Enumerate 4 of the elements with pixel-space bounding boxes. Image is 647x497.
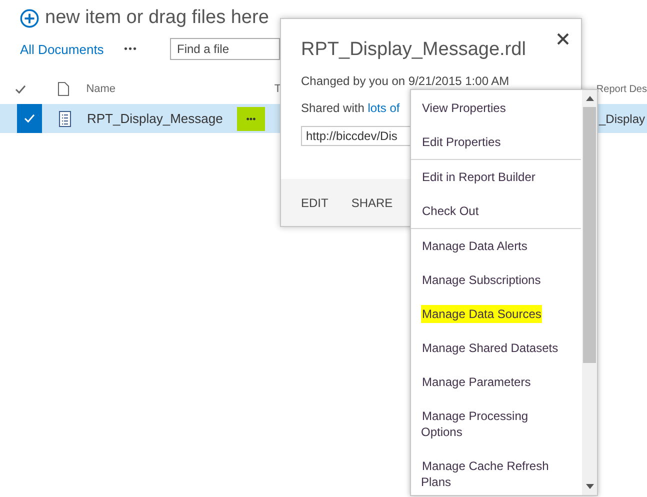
- modified-text: Changed by you on 9/21/2015 1:00 AM: [301, 74, 510, 88]
- shared-text: Shared with: [301, 101, 364, 115]
- table-cell: _Display: [599, 112, 646, 126]
- callout-title: RPT_Display_Message.rdl: [301, 39, 527, 61]
